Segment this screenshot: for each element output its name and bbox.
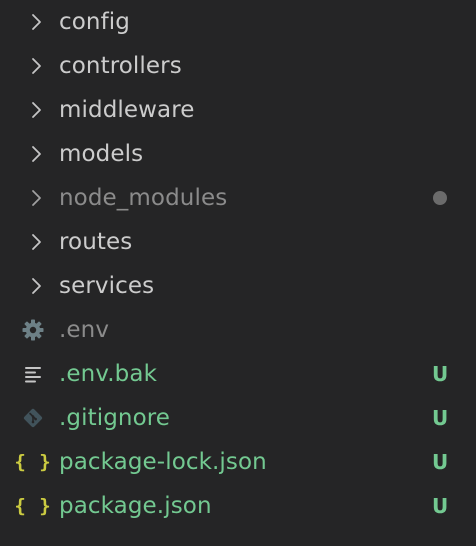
file-row-package-lock-json[interactable]: { } package-lock.json U xyxy=(0,440,476,484)
folder-label: routes xyxy=(59,229,133,255)
json-braces-icon: { } xyxy=(14,451,52,473)
json-braces-icon: { } xyxy=(14,495,52,517)
file-label: package-lock.json xyxy=(59,449,267,475)
chevron-right-icon xyxy=(32,234,41,250)
file-explorer: config controllers middleware models nod… xyxy=(0,0,476,546)
folder-row-models[interactable]: models xyxy=(0,132,476,176)
file-label: .env.bak xyxy=(59,361,157,387)
folder-row-routes[interactable]: routes xyxy=(0,220,476,264)
gear-icon xyxy=(20,318,46,342)
chevron-right-icon xyxy=(32,58,41,74)
untracked-badge: U xyxy=(432,450,449,474)
git-icon xyxy=(20,406,46,430)
folder-label: models xyxy=(59,141,144,167)
folder-row-controllers[interactable]: controllers xyxy=(0,44,476,88)
chevron-right-icon xyxy=(32,190,41,206)
file-row-env-bak[interactable]: .env.bak U xyxy=(0,352,476,396)
untracked-badge: U xyxy=(432,494,449,518)
folder-label: middleware xyxy=(59,97,195,123)
file-row-package-json[interactable]: { } package.json U xyxy=(0,484,476,528)
folder-label: node_modules xyxy=(59,185,228,211)
folder-label: config xyxy=(59,9,130,35)
lines-icon xyxy=(20,362,46,386)
untracked-badge: U xyxy=(432,362,449,386)
folder-label: services xyxy=(59,273,155,299)
folder-row-node-modules[interactable]: node_modules xyxy=(0,176,476,220)
folder-row-services[interactable]: services xyxy=(0,264,476,308)
file-label: .gitignore xyxy=(59,405,171,431)
chevron-right-icon xyxy=(32,146,41,162)
file-row-gitignore[interactable]: .gitignore U xyxy=(0,396,476,440)
chevron-right-icon xyxy=(32,278,41,294)
folder-label: controllers xyxy=(59,53,182,79)
ignored-dot-icon xyxy=(433,191,447,205)
file-label: .env xyxy=(59,317,110,343)
chevron-right-icon xyxy=(32,14,41,30)
folder-row-config[interactable]: config xyxy=(0,0,476,44)
file-row-env[interactable]: .env xyxy=(0,308,476,352)
file-label: package.json xyxy=(59,493,212,519)
folder-row-middleware[interactable]: middleware xyxy=(0,88,476,132)
chevron-right-icon xyxy=(32,102,41,118)
untracked-badge: U xyxy=(432,406,449,430)
